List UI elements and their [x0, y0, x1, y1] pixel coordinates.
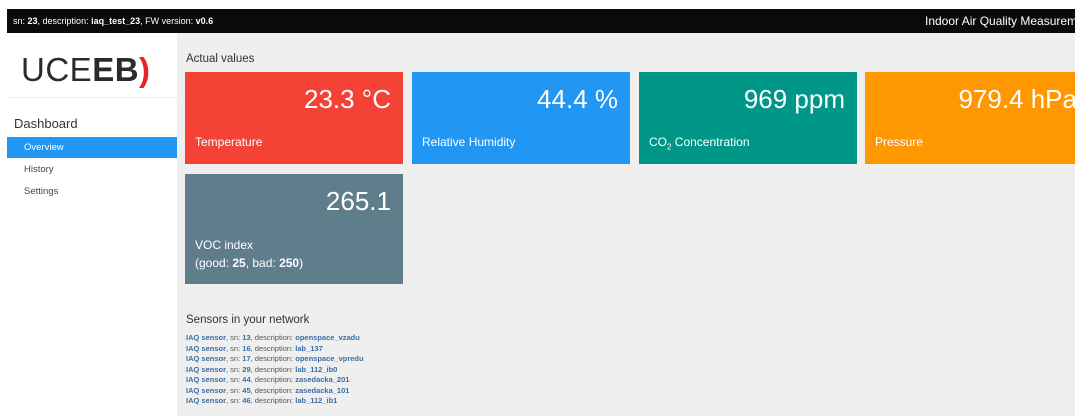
- sensor-row[interactable]: IAQ sensor, sn: 46, description: lab_112…: [186, 396, 364, 407]
- main-content: Actual values 23.3 °C Temperature 44.4 %…: [177, 33, 1075, 416]
- co2-card: 969 ppm CO2 Concentration: [639, 72, 857, 164]
- description-prefix: , description:: [37, 16, 89, 26]
- sensor-sn: 17: [242, 354, 251, 363]
- sensor-desc-prefix: , description:: [250, 364, 296, 374]
- device-sn: 23: [27, 16, 38, 26]
- sensor-type[interactable]: IAQ sensor: [186, 396, 226, 405]
- voc-label: VOC index (good: 25, bad: 250): [195, 236, 303, 272]
- pressure-label: Pressure: [875, 135, 924, 149]
- humidity-label: Relative Humidity: [422, 135, 516, 149]
- voc-bad-prefix: , bad:: [245, 256, 280, 270]
- sn-prefix: sn:: [13, 16, 26, 26]
- sensor-row[interactable]: IAQ sensor, sn: 13, description: openspa…: [186, 333, 364, 344]
- sensor-desc-prefix: , description:: [250, 396, 296, 405]
- sensor-row[interactable]: IAQ sensor, sn: 44, description: zasedac…: [186, 375, 364, 386]
- top-bar: sn: 23, description: iaq_test_23, FW ver…: [7, 9, 1075, 33]
- sensor-description: lab_137: [295, 343, 323, 353]
- sensor-type[interactable]: IAQ sensor: [186, 333, 226, 342]
- device-info: sn: 23, description: iaq_test_23, FW ver…: [7, 16, 213, 26]
- sensor-sn: 46: [242, 396, 251, 405]
- sensor-desc-prefix: , description:: [250, 343, 296, 353]
- sensor-row[interactable]: IAQ sensor, sn: 16, description: lab_137: [186, 344, 364, 355]
- sensor-sn: 45: [242, 385, 251, 395]
- fw-version: v0.6: [195, 16, 214, 26]
- voc-value: 265.1: [325, 186, 391, 216]
- co2-label-rest: Concentration: [671, 135, 750, 149]
- nav-section-dashboard[interactable]: Dashboard: [14, 116, 78, 131]
- actual-values-title: Actual values: [186, 53, 255, 65]
- logo-divider: [7, 97, 177, 98]
- sensor-description: lab_112_ib0: [295, 364, 338, 374]
- sidebar-item-history[interactable]: History: [7, 159, 177, 180]
- voc-suffix: ): [299, 256, 304, 270]
- logo-part2: EB: [92, 51, 140, 88]
- co2-value: 969 ppm: [743, 84, 845, 114]
- sensor-description: openspace_vzadu: [295, 333, 360, 342]
- sensor-description: zasedacka_101: [295, 385, 350, 395]
- logo-bracket: ): [139, 51, 151, 88]
- voc-label-text: VOC index: [195, 238, 254, 252]
- sensor-type[interactable]: IAQ sensor: [186, 354, 226, 363]
- uceeb-logo[interactable]: UCEEB): [21, 51, 151, 89]
- sensor-sn-prefix: , sn:: [226, 385, 243, 395]
- sensor-sn-prefix: , sn:: [226, 354, 243, 363]
- sensor-desc-prefix: , description:: [250, 354, 296, 363]
- sensor-sn-prefix: , sn:: [226, 364, 243, 374]
- app-title: Indoor Air Quality Measuremer: [925, 14, 1075, 28]
- pressure-value: 979.4 hPa: [958, 84, 1075, 114]
- temperature-label: Temperature: [195, 135, 263, 149]
- temperature-card: 23.3 °C Temperature: [185, 72, 403, 164]
- temperature-value: 23.3 °C: [303, 84, 391, 114]
- voc-card: 265.1 VOC index (good: 25, bad: 250): [185, 174, 403, 284]
- sensor-description: lab_112_ib1: [295, 396, 338, 405]
- sensor-description: openspace_vpredu: [295, 354, 364, 363]
- sidebar-item-settings[interactable]: Settings: [7, 181, 177, 202]
- sensor-row[interactable]: IAQ sensor, sn: 45, description: zasedac…: [186, 386, 364, 397]
- voc-bad-value: 250: [279, 256, 300, 270]
- sidebar: UCEEB) Dashboard Overview History Settin…: [7, 33, 177, 416]
- pressure-card: 979.4 hPa Pressure: [865, 72, 1075, 164]
- sensor-sn-prefix: , sn:: [226, 375, 243, 384]
- sensor-type[interactable]: IAQ sensor: [186, 344, 226, 353]
- sensor-sn: 16: [242, 343, 251, 353]
- sensors-title: Sensors in your network: [186, 314, 310, 326]
- sensor-type[interactable]: IAQ sensor: [186, 375, 226, 384]
- voc-good-value: 25: [232, 256, 246, 270]
- sensor-sn-prefix: , sn:: [226, 343, 243, 353]
- sensor-row[interactable]: IAQ sensor, sn: 29, description: lab_112…: [186, 365, 364, 376]
- device-description: iaq_test_23: [91, 16, 141, 26]
- sensor-type[interactable]: IAQ sensor: [186, 386, 226, 395]
- humidity-card: 44.4 % Relative Humidity: [412, 72, 630, 164]
- sensor-sn: 44: [242, 375, 251, 384]
- sidebar-item-overview[interactable]: Overview: [7, 137, 177, 158]
- sensor-sn: 29: [242, 364, 251, 374]
- sensor-desc-prefix: , description:: [250, 385, 296, 395]
- sensors-list: IAQ sensor, sn: 13, description: openspa…: [186, 333, 364, 407]
- sensor-description: zasedacka_201: [295, 375, 350, 384]
- fw-prefix: , FW version:: [140, 16, 194, 26]
- humidity-value: 44.4 %: [537, 84, 618, 114]
- sensor-desc-prefix: , description:: [250, 375, 296, 384]
- voc-good-prefix: (good:: [195, 256, 233, 270]
- sensor-type[interactable]: IAQ sensor: [186, 365, 226, 374]
- sensor-sn: 13: [242, 333, 251, 342]
- sensor-row[interactable]: IAQ sensor, sn: 17, description: openspa…: [186, 354, 364, 365]
- co2-label-main: CO: [649, 135, 667, 149]
- logo-part1: UCE: [21, 51, 93, 88]
- sensor-desc-prefix: , description:: [250, 333, 296, 342]
- sensor-sn-prefix: , sn:: [226, 396, 243, 405]
- co2-label: CO2 Concentration: [649, 135, 750, 151]
- sensor-sn-prefix: , sn:: [226, 333, 243, 342]
